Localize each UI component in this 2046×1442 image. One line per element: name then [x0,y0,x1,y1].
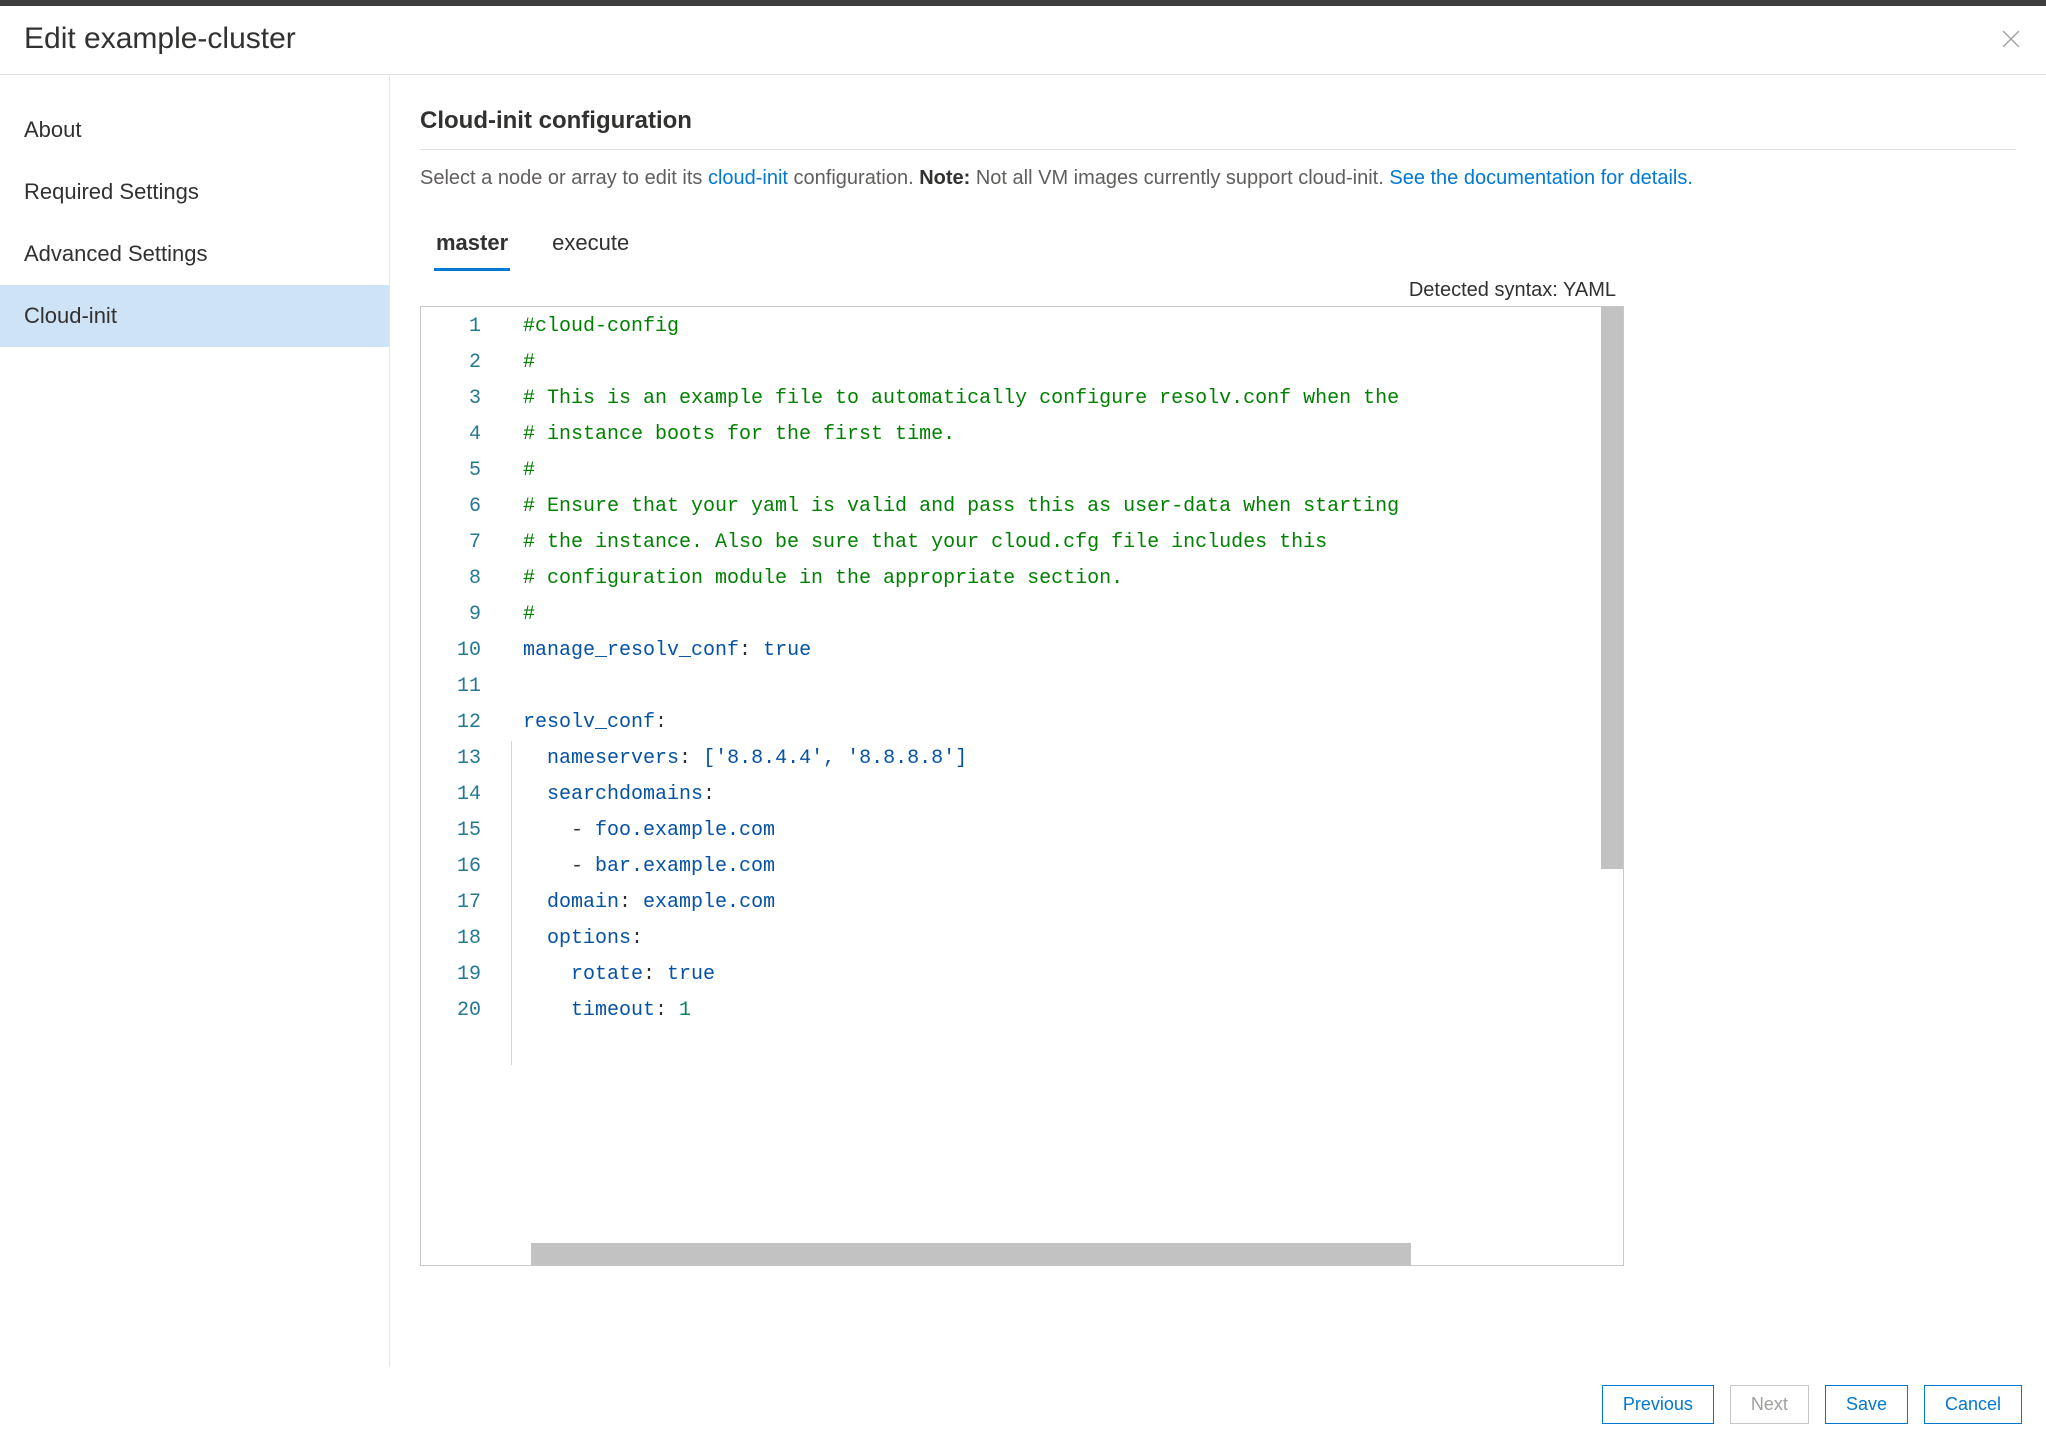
cloud-init-link[interactable]: cloud-init [708,167,788,189]
modal-header: Edit example-cluster [0,6,2046,75]
sidebar-item-required-settings[interactable]: Required Settings [0,161,389,223]
next-button: Next [1730,1385,1809,1424]
sidebar: About Required Settings Advanced Setting… [0,75,390,1367]
modal-title: Edit example-cluster [24,22,296,56]
sidebar-item-cloud-init[interactable]: Cloud-init [0,285,389,347]
cancel-button[interactable]: Cancel [1924,1385,2022,1424]
documentation-link[interactable]: See the documentation for details. [1389,167,1693,189]
section-title: Cloud-init configuration [420,99,2016,150]
horizontal-scrollbar-track[interactable] [421,1243,1623,1265]
sidebar-item-advanced-settings[interactable]: Advanced Settings [0,223,389,285]
editor-code[interactable]: #cloud-config## This is an example file … [497,307,1399,1243]
sidebar-item-label: About [24,117,82,142]
footer: Previous Next Save Cancel [0,1367,2046,1442]
save-button[interactable]: Save [1825,1385,1908,1424]
section-description: Select a node or array to edit its cloud… [420,150,2016,216]
previous-button[interactable]: Previous [1602,1385,1714,1424]
main-panel: Cloud-init configuration Select a node o… [390,75,2046,1367]
tab-master[interactable]: master [434,226,510,271]
tabs: master execute [420,216,2016,271]
vertical-scrollbar[interactable] [1601,307,1623,869]
close-icon[interactable] [2000,28,2022,50]
sidebar-item-label: Required Settings [24,179,199,204]
sidebar-item-label: Cloud-init [24,303,117,328]
sidebar-item-about[interactable]: About [0,99,389,161]
editor-gutter: 1234567891011121314151617181920 [421,307,497,1243]
detected-syntax: Detected syntax: YAML [420,271,1624,306]
sidebar-item-label: Advanced Settings [24,241,207,266]
tab-execute[interactable]: execute [550,226,631,271]
horizontal-scrollbar-thumb[interactable] [531,1243,1411,1265]
code-editor[interactable]: 1234567891011121314151617181920 #cloud-c… [420,306,1624,1266]
